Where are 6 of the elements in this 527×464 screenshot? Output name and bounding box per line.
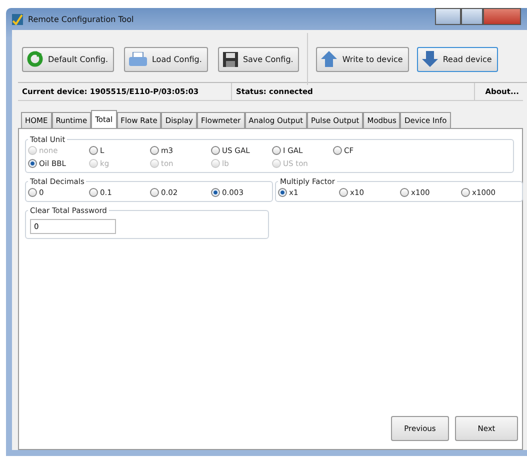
toolbar-button[interactable]: Write to device bbox=[316, 46, 409, 72]
toolbar-button[interactable]: Default Config. bbox=[22, 46, 114, 72]
toolbar-button[interactable]: Save Config. bbox=[218, 46, 300, 72]
toolbar-button[interactable]: Load Config. bbox=[124, 46, 208, 72]
toolbar-button[interactable]: Read device bbox=[416, 46, 498, 72]
window-title: Remote Configuration Tool bbox=[28, 14, 134, 24]
